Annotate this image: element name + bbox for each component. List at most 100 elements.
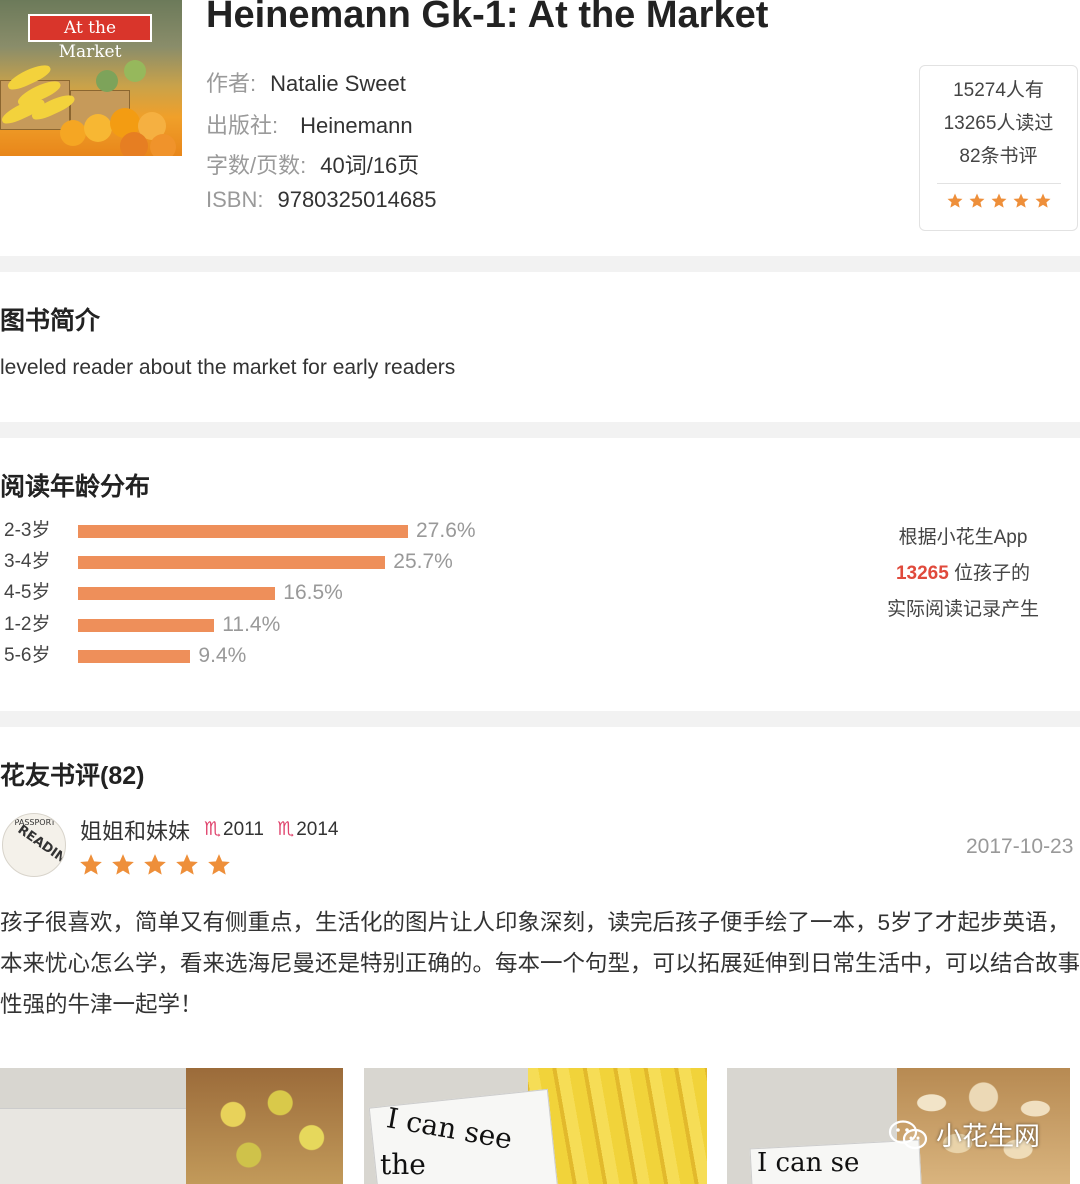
age-section-title: 阅读年龄分布 bbox=[0, 473, 151, 501]
watermark: 小花生网 bbox=[888, 1116, 1040, 1153]
author-label: 作者: bbox=[206, 71, 257, 96]
star-icon-shape bbox=[1035, 193, 1050, 208]
star-icon-shape bbox=[80, 854, 102, 875]
star-icon bbox=[110, 852, 136, 878]
review-photo[interactable] bbox=[0, 1068, 343, 1184]
age-bar bbox=[78, 525, 408, 538]
star-icon bbox=[206, 852, 232, 878]
stats-rating-stars bbox=[920, 192, 1077, 210]
cover-green-fruit bbox=[96, 70, 118, 92]
age-note-line1: 根据小花生App bbox=[898, 527, 1028, 548]
age-row: 2-3岁 27.6% bbox=[0, 519, 600, 543]
star-icon-shape bbox=[208, 854, 230, 875]
review-text: 孩子很喜欢，简单又有侧重点，生活化的图片让人印象深刻，读完后孩子便手绘了一本，5… bbox=[0, 910, 1080, 1017]
stat-have: 15274人有 bbox=[953, 80, 1044, 101]
reviews-section-title: 花友书评(82) bbox=[0, 762, 145, 790]
child-year: 2014 bbox=[296, 819, 339, 840]
star-icon-shape bbox=[112, 854, 134, 875]
age-percent-label: 27.6% bbox=[416, 519, 476, 542]
scorpio-icon: ♏ bbox=[277, 818, 295, 840]
photo-handwriting: the bbox=[380, 1148, 426, 1181]
star-icon-shape bbox=[991, 193, 1006, 208]
wechat-icon bbox=[888, 1119, 928, 1149]
publisher-label: 出版社: bbox=[206, 113, 279, 138]
age-percent-label: 25.7% bbox=[393, 550, 453, 574]
star-icon-shape bbox=[969, 193, 984, 208]
age-label: 1-2岁 bbox=[4, 613, 51, 635]
age-note-count: 13265 bbox=[895, 563, 949, 584]
author-row: 作者: Natalie Sweet bbox=[206, 66, 406, 98]
age-note-line3: 实际阅读记录产生 bbox=[886, 599, 1039, 620]
avatar-stamp-text: PASSPORT bbox=[14, 818, 56, 827]
star-icon-shape bbox=[144, 854, 166, 875]
stat-reviews: 82条书评 bbox=[959, 146, 1038, 167]
section-divider bbox=[0, 256, 1080, 272]
age-label: 4-5岁 bbox=[4, 582, 51, 604]
age-label: 2-3岁 bbox=[4, 520, 51, 541]
stat-read: 13265人读过 bbox=[943, 113, 1054, 134]
isbn-label: ISBN: bbox=[206, 187, 264, 212]
star-icon-shape bbox=[176, 854, 198, 875]
intro-text: leveled reader about the market for earl… bbox=[0, 356, 456, 379]
length-value: 40词/16页 bbox=[320, 153, 420, 178]
star-icon bbox=[78, 852, 104, 878]
review-date: 2017-10-23 bbox=[966, 835, 1074, 858]
length-label: 字数/页数: bbox=[206, 153, 307, 178]
length-row: 字数/页数: 40词/16页 bbox=[206, 148, 419, 180]
age-bar bbox=[78, 649, 191, 663]
cover-orange bbox=[150, 134, 176, 156]
star-icon bbox=[946, 192, 964, 210]
section-divider bbox=[0, 711, 1080, 727]
child-year: 2011 bbox=[223, 819, 264, 840]
intro-section-title: 图书简介 bbox=[0, 307, 101, 335]
age-row: 4-5岁 16.5% bbox=[0, 581, 600, 605]
book-header: At the Market Heinemann Gk-1: At the Mar… bbox=[0, 0, 1080, 256]
age-percent-label: 16.5% bbox=[283, 581, 343, 605]
review-photo[interactable]: I can see the bbox=[364, 1068, 707, 1184]
age-bar bbox=[78, 618, 215, 632]
cover-orange bbox=[60, 120, 86, 146]
isbn-row: ISBN: 9780325014685 bbox=[206, 187, 437, 213]
book-cover-image[interactable]: At the Market bbox=[0, 0, 182, 156]
age-row: 5-6岁 9.4% bbox=[0, 644, 600, 668]
star-icon-shape bbox=[947, 193, 962, 208]
avatar[interactable]: PASSPORT READING bbox=[2, 813, 66, 877]
age-percent-label: 11.4% bbox=[222, 612, 281, 636]
book-title: Heinemann Gk-1: At the Market bbox=[206, 0, 769, 36]
age-bar bbox=[78, 556, 386, 570]
isbn-value: 9780325014685 bbox=[277, 187, 437, 212]
star-icon bbox=[174, 852, 200, 878]
scorpio-icon: ♏ bbox=[204, 818, 222, 840]
review-rating-stars bbox=[78, 852, 232, 878]
age-bar bbox=[78, 587, 276, 601]
reviewer-name[interactable]: 姐姐和妹妹 bbox=[80, 814, 190, 846]
star-icon bbox=[990, 192, 1008, 210]
cover-orange bbox=[120, 132, 148, 156]
age-row: 3-4岁 25.7% bbox=[0, 550, 600, 574]
star-icon bbox=[1012, 192, 1030, 210]
age-percent-label: 9.4% bbox=[198, 643, 247, 667]
age-row: 1-2岁 11.4% bbox=[0, 613, 600, 637]
publisher-value[interactable]: Heinemann bbox=[300, 113, 413, 138]
age-label: 5-6岁 bbox=[4, 644, 51, 666]
publisher-row: 出版社: Heinemann bbox=[206, 108, 413, 140]
stats-divider bbox=[936, 183, 1061, 184]
cover-title-banner: At the Market bbox=[28, 14, 152, 62]
photo-handwriting: I can se bbox=[757, 1148, 860, 1178]
book-stats-card[interactable]: 15274人有 13265人读过 82条书评 bbox=[919, 65, 1078, 231]
star-icon bbox=[968, 192, 986, 210]
watermark-text: 小花生网 bbox=[936, 1121, 1041, 1151]
star-icon bbox=[1034, 192, 1052, 210]
author-value[interactable]: Natalie Sweet bbox=[270, 71, 406, 96]
reviewer-children: ♏ 2011 ♏ 2014 bbox=[204, 818, 339, 841]
age-label: 3-4岁 bbox=[4, 551, 51, 573]
section-divider bbox=[0, 422, 1080, 438]
cover-green-fruit bbox=[124, 60, 146, 82]
age-source-note: 根据小花生App 13265 位孩子的 实际阅读记录产生 bbox=[860, 520, 1066, 628]
cover-orange bbox=[84, 114, 112, 142]
star-icon-shape bbox=[1013, 193, 1028, 208]
age-note-suffix: 位孩子的 bbox=[948, 563, 1031, 584]
star-icon bbox=[142, 852, 168, 878]
age-note-line2: 13265 位孩子的 bbox=[860, 556, 1066, 592]
photo-apples-picture bbox=[186, 1068, 343, 1184]
